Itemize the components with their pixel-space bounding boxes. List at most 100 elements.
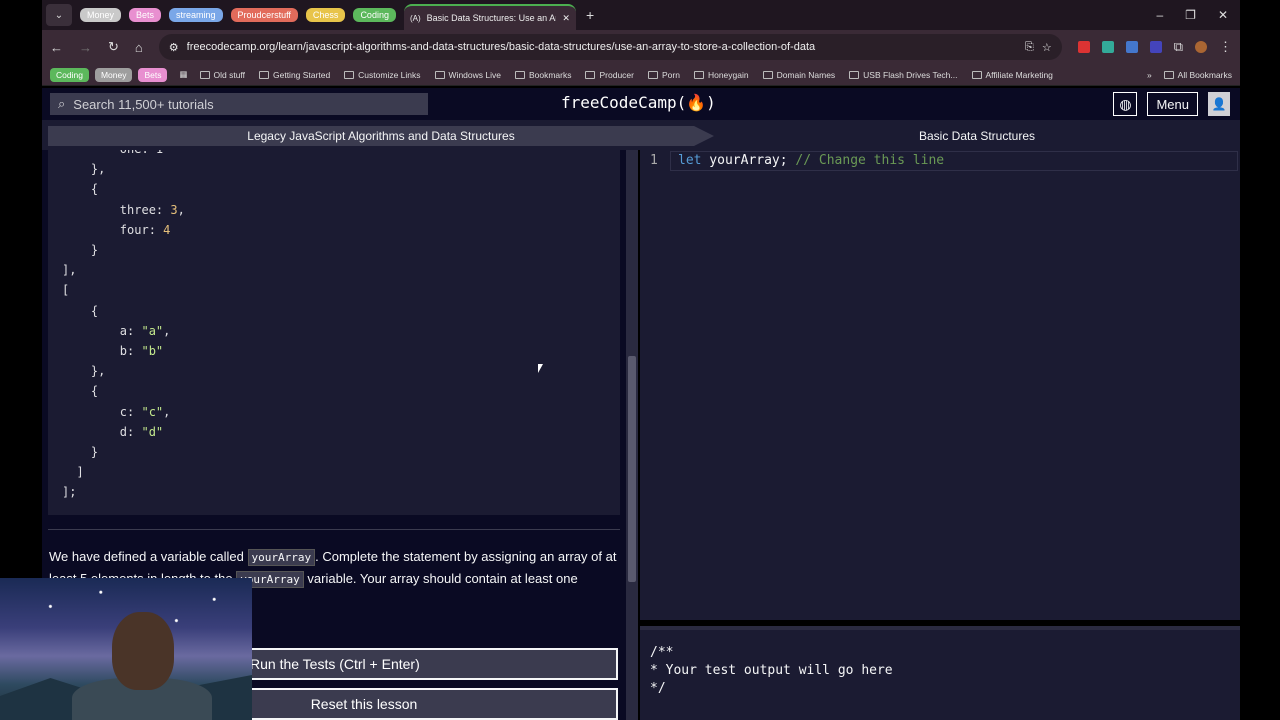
bookmark-item[interactable]: Bookmarks: [514, 69, 572, 80]
tab-groups: Money Bets streaming Proudcerstuff Chess Codi…: [72, 8, 396, 22]
bookmark-item[interactable]: Old stuff: [199, 69, 246, 80]
bookmark-item[interactable]: USB Flash Drives Tech...: [849, 69, 958, 80]
streamer-face: [112, 612, 174, 690]
bookmark-label: Windows Live: [448, 69, 501, 80]
folder-icon: [514, 70, 525, 79]
all-bookmarks[interactable]: All Bookmarks: [1163, 70, 1232, 80]
tab-group-chip[interactable]: Proudcerstuff: [230, 8, 298, 22]
bookmark-label: Old stuff: [213, 69, 246, 80]
new-tab-button[interactable]: +: [586, 7, 594, 23]
bookmark-label: USB Flash Drives Tech...: [863, 69, 958, 80]
close-window-icon[interactable]: ✕: [1218, 8, 1228, 22]
bookmark-group-chip[interactable]: Bets: [138, 67, 168, 82]
bookmark-item[interactable]: Getting Started: [259, 70, 330, 80]
bookmark-label: Bookmarks: [528, 69, 572, 80]
breadcrumb-course[interactable]: Legacy JavaScript Algorithms and Data St…: [48, 126, 714, 146]
console-line: */: [650, 681, 666, 696]
bookmark-group-chip[interactable]: Coding: [50, 67, 89, 82]
mouse-cursor: [538, 364, 543, 373]
apps-grid-icon[interactable]: ▦: [179, 69, 187, 80]
bookmark-label: Porn: [661, 69, 680, 80]
inline-code: yourArray: [247, 549, 316, 566]
reload-icon[interactable]: ↻: [108, 39, 119, 55]
folder-icon: [259, 70, 269, 79]
tab-title: Basic Data Structures: Use an Arra: [426, 13, 557, 23]
code-block-line: one: 1: [62, 150, 163, 156]
breadcrumb-section[interactable]: Basic Data Structures: [718, 126, 1236, 146]
code-block-line: c: "c",: [62, 404, 171, 419]
code-editor[interactable]: 1 let yourArray; // Change this line: [640, 150, 1240, 620]
site-info-icon[interactable]: ⚙: [169, 41, 179, 54]
webcam-overlay: [0, 578, 252, 720]
code-block-line: four: 4: [62, 222, 171, 237]
bookmark-label: Affiliate Marketing: [985, 69, 1053, 80]
extension-icon[interactable]: [1125, 41, 1138, 53]
close-tab-icon[interactable]: ✕: [562, 13, 570, 24]
code-block-line: },: [62, 364, 106, 379]
folder-icon: [849, 70, 860, 79]
tab-group-chip[interactable]: Bets: [129, 8, 162, 22]
bookmark-label: Producer: [599, 69, 634, 80]
tab-group-chip[interactable]: Money: [80, 8, 122, 22]
code-block-line: ]: [62, 465, 84, 480]
bookmark-group-chip[interactable]: Money: [94, 67, 133, 82]
bookmark-item[interactable]: Customize Links: [344, 70, 421, 80]
code-block-line: ],: [62, 263, 77, 278]
tab-bar: ⌄ Money Bets streaming Proudcerstuff Chess Co…: [42, 0, 1240, 30]
install-app-icon[interactable]: ⎘: [1025, 41, 1034, 54]
example-code-block: one: 1 }, { three: 3, four: 4 }], [ { a: …: [48, 150, 620, 515]
extension-icon[interactable]: [1077, 41, 1090, 53]
bookmark-item[interactable]: Affiliate Marketing: [971, 69, 1053, 80]
breadcrumb: Legacy JavaScript Algorithms and Data St…: [42, 120, 1240, 150]
bookmark-item[interactable]: Honeygain: [693, 70, 749, 80]
code-block-line: a: "a",: [62, 323, 171, 338]
home-icon[interactable]: ⌂: [135, 40, 143, 55]
puzzle-icon[interactable]: ⧉: [1174, 39, 1183, 55]
fcc-favicon-icon: (A): [409, 13, 421, 23]
divider: [48, 529, 620, 530]
tab-group-chip[interactable]: streaming: [169, 8, 223, 22]
back-icon[interactable]: ←: [50, 40, 63, 55]
extension-icon[interactable]: [1101, 41, 1114, 53]
code-block-line: b: "b": [62, 344, 164, 358]
code-line[interactable]: let yourArray; // Change this line: [678, 153, 944, 168]
active-tab[interactable]: (A) Basic Data Structures: Use an Arra ✕: [403, 4, 576, 30]
run-tests-button[interactable]: Run the Tests (Ctrl + Enter): [250, 648, 618, 680]
more-bookmarks-icon[interactable]: »: [1147, 70, 1152, 80]
test-output-console: /** * Your test output will go here */: [640, 626, 1240, 720]
search-input[interactable]: ⌕ Search 11,500+ tutorials: [50, 93, 428, 115]
bookmark-star-icon[interactable]: ☆: [1042, 41, 1052, 54]
minimize-icon[interactable]: –: [1156, 8, 1163, 22]
folder-icon: [434, 70, 445, 79]
extensions: ⧉ ⋮: [1077, 39, 1232, 55]
bookmark-list: Old stuff Getting Started Customize Links W…: [199, 69, 1053, 80]
bookmarks-bar: Coding Money Bets ▦ Old stuff Getting Start…: [42, 64, 1240, 86]
folder-icon: [344, 70, 355, 79]
profile-avatar[interactable]: [1195, 41, 1207, 53]
address-bar[interactable]: ⚙ freecodecamp.org/learn/javascript-algo…: [158, 34, 1062, 60]
code-block-line: {: [62, 303, 99, 318]
forward-icon[interactable]: →: [79, 40, 92, 55]
bookmark-item[interactable]: Domain Names: [762, 70, 835, 80]
kebab-menu-icon[interactable]: ⋮: [1219, 39, 1232, 55]
code-block-line: },: [62, 162, 106, 177]
console-line: /**: [650, 645, 674, 660]
tab-group-chip[interactable]: Coding: [353, 8, 396, 22]
menu-button[interactable]: Menu: [1147, 92, 1198, 116]
reset-lesson-button[interactable]: Reset this lesson: [250, 688, 618, 720]
restore-icon[interactable]: ❐: [1185, 8, 1196, 22]
folder-icon: [647, 70, 658, 79]
folder-icon: [693, 70, 704, 79]
language-globe-icon[interactable]: ◍: [1113, 92, 1138, 116]
search-placeholder: Search 11,500+ tutorials: [73, 96, 214, 112]
fcc-logo[interactable]: freeCodeCamp(🔥): [561, 93, 716, 112]
folder-icon: [199, 70, 210, 79]
bookmark-item[interactable]: Windows Live: [434, 69, 501, 80]
user-avatar[interactable]: 👤: [1208, 92, 1230, 116]
bookmark-item[interactable]: Producer: [585, 70, 634, 80]
tab-group-chip[interactable]: Chess: [305, 8, 346, 22]
bookmark-item[interactable]: Porn: [647, 69, 680, 80]
scrollbar-thumb[interactable]: [628, 356, 636, 582]
tab-search-button[interactable]: ⌄: [46, 4, 72, 26]
extension-icon[interactable]: [1149, 41, 1162, 53]
